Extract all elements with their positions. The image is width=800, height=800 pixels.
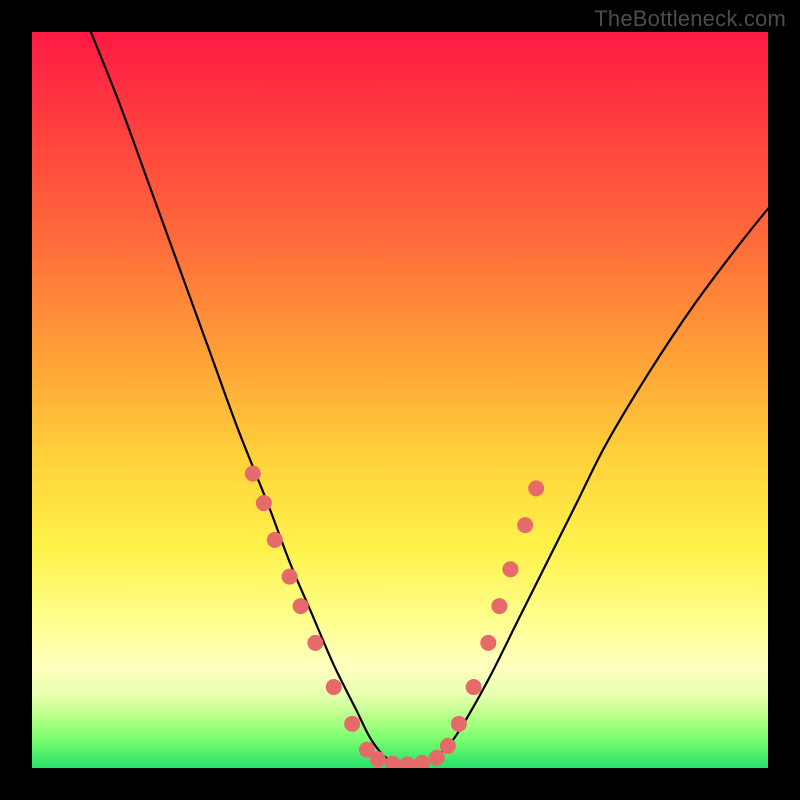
data-marker xyxy=(326,679,342,695)
chart-frame: TheBottleneck.com xyxy=(0,0,800,800)
data-marker xyxy=(399,756,415,768)
bottleneck-curve xyxy=(91,32,768,765)
data-marker xyxy=(528,480,544,496)
data-marker xyxy=(440,738,456,754)
data-marker xyxy=(429,750,445,766)
chart-svg xyxy=(32,32,768,768)
data-marker xyxy=(293,598,309,614)
data-marker xyxy=(480,635,496,651)
data-marker xyxy=(307,635,323,651)
watermark-text: TheBottleneck.com xyxy=(594,6,786,32)
data-marker xyxy=(502,561,518,577)
data-marker xyxy=(491,598,507,614)
data-marker xyxy=(256,495,272,511)
data-marker xyxy=(517,517,533,533)
data-marker xyxy=(451,716,467,732)
marker-group xyxy=(245,466,544,768)
data-marker xyxy=(466,679,482,695)
data-marker xyxy=(267,532,283,548)
data-marker xyxy=(344,716,360,732)
data-marker xyxy=(245,466,261,482)
plot-area xyxy=(32,32,768,768)
data-marker xyxy=(370,751,386,767)
data-marker xyxy=(414,755,430,768)
data-marker xyxy=(282,569,298,585)
